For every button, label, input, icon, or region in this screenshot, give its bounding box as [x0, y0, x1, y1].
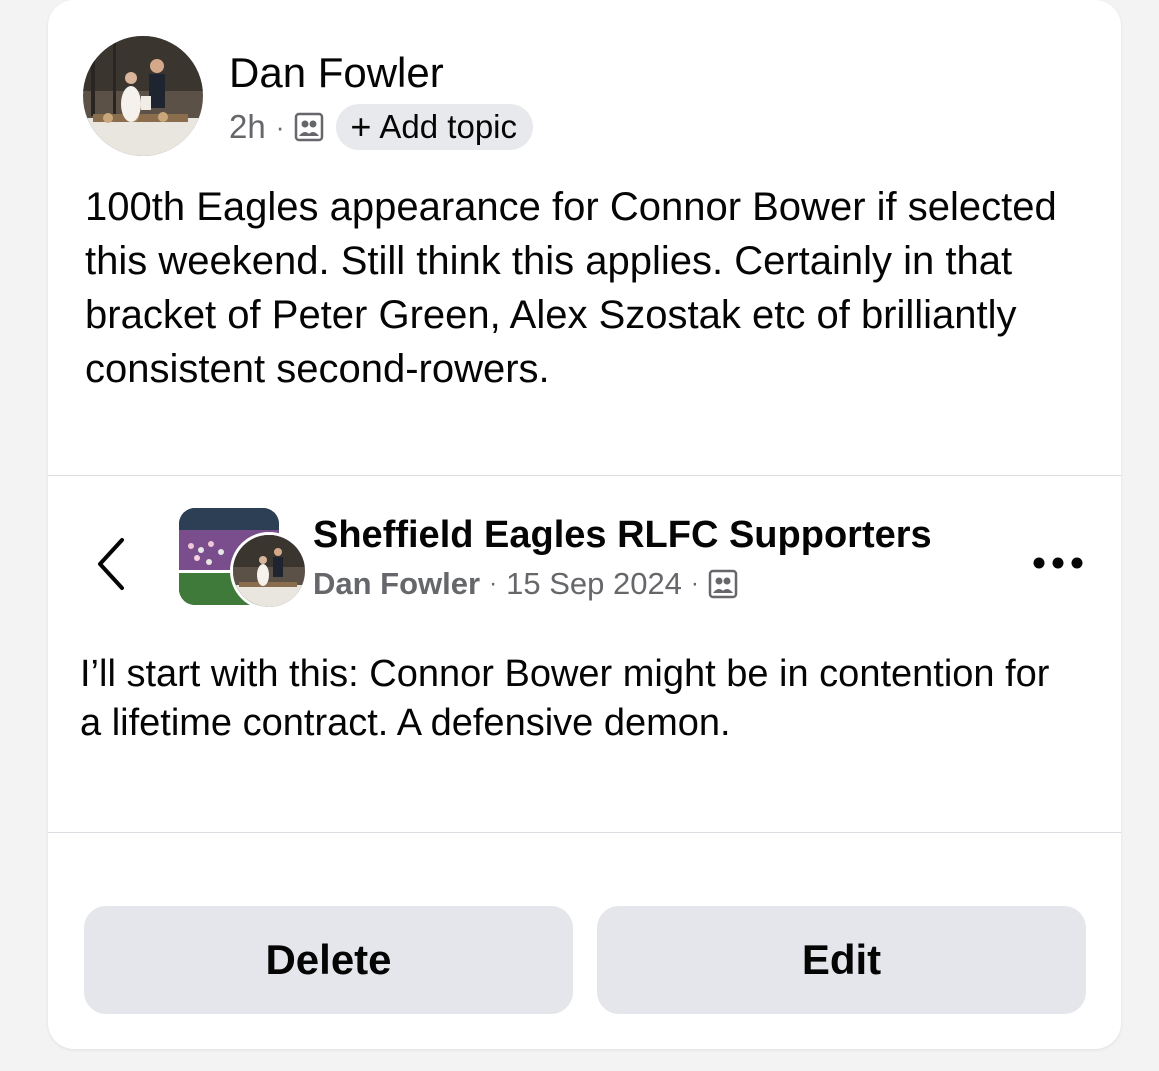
- group-name[interactable]: Sheffield Eagles RLFC Supporters: [313, 512, 932, 558]
- author-name[interactable]: Dan Fowler: [229, 48, 444, 98]
- shared-post-meta: Dan Fowler · 15 Sep 2024 ·: [313, 562, 738, 606]
- plus-icon: +: [350, 106, 372, 147]
- meta-separator: ·: [690, 570, 699, 597]
- author-mini-avatar[interactable]: [230, 532, 308, 610]
- chevron-left-icon[interactable]: [92, 536, 128, 592]
- shared-post-text: I’ll start with this: Connor Bower might…: [80, 653, 1050, 744]
- add-topic-label: Add topic: [379, 108, 518, 145]
- shared-post-author[interactable]: Dan Fowler: [313, 566, 480, 602]
- meta-separator: ·: [489, 570, 498, 597]
- edit-button[interactable]: Edit: [597, 906, 1086, 1014]
- divider: [48, 832, 1121, 833]
- shared-post-date[interactable]: 15 Sep 2024: [506, 566, 682, 602]
- author-avatar-photo: [83, 36, 203, 156]
- author-avatar[interactable]: [83, 36, 203, 156]
- post-meta: 2h · + Add topic: [229, 103, 534, 151]
- divider: [48, 475, 1121, 476]
- post-time[interactable]: 2h: [229, 108, 266, 146]
- meta-separator: ·: [275, 111, 285, 142]
- author-mini-avatar-photo: [233, 535, 305, 607]
- add-topic-button[interactable]: + Add topic: [336, 104, 534, 150]
- group-audience-icon[interactable]: [294, 112, 324, 142]
- post-text: 100th Eagles appearance for Connor Bower…: [85, 185, 1057, 391]
- more-options-icon[interactable]: [1028, 550, 1088, 576]
- delete-button[interactable]: Delete: [84, 906, 573, 1014]
- post-preview-card: Dan Fowler 2h · + Add topic 100th Eagles…: [48, 0, 1121, 1049]
- group-audience-icon[interactable]: [708, 569, 738, 599]
